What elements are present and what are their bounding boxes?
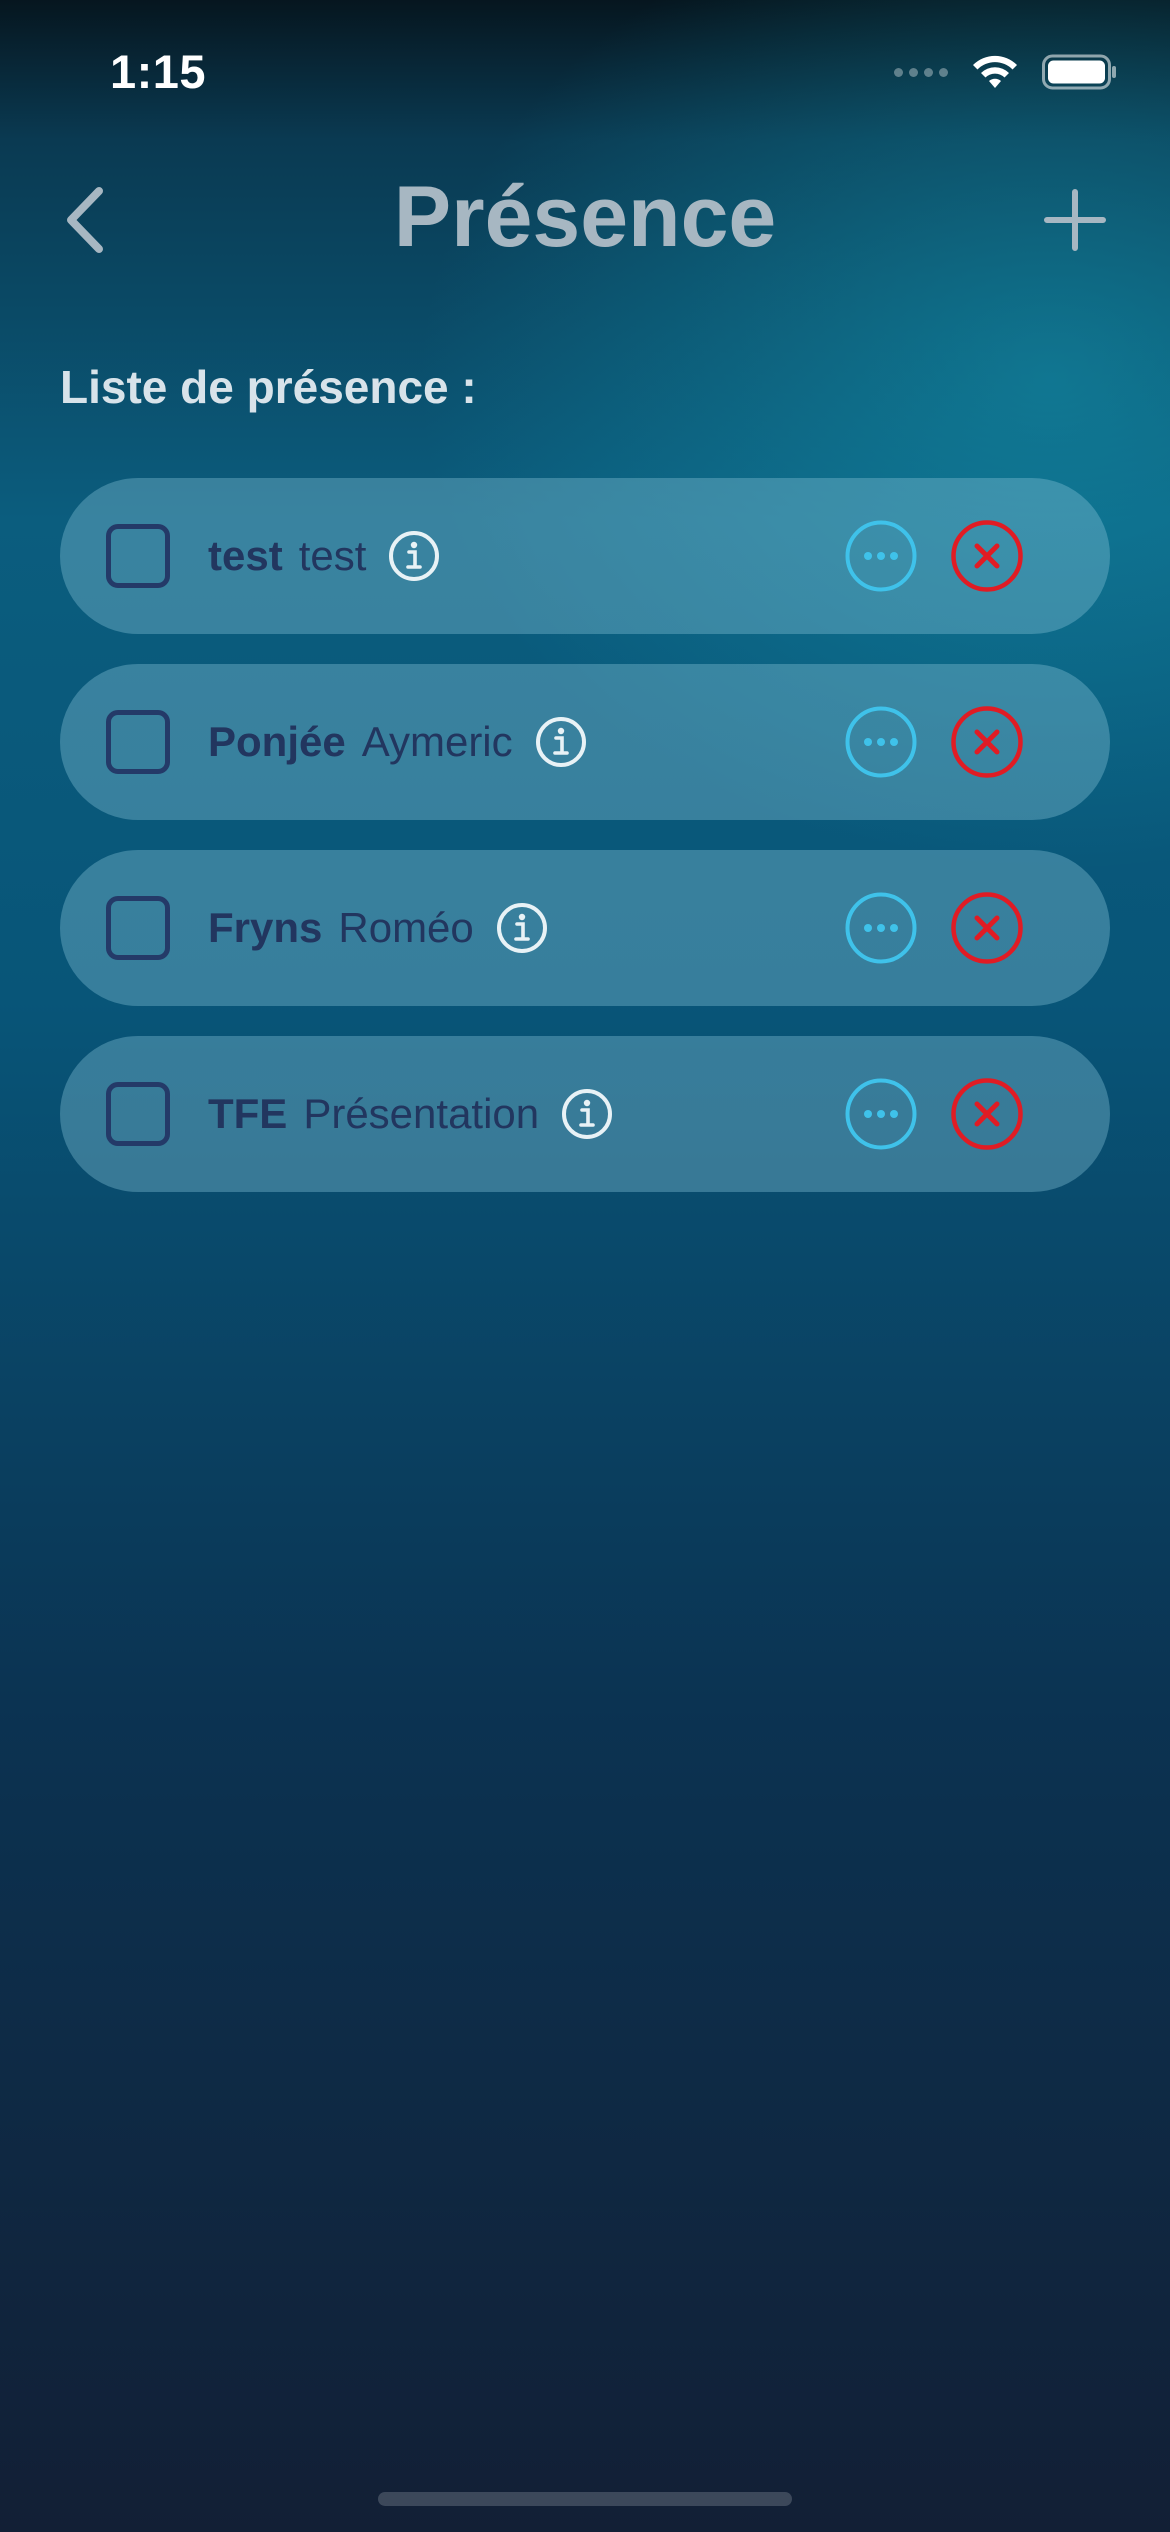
page-title: Présence: [393, 169, 777, 265]
presence-checkbox[interactable]: [106, 710, 170, 774]
attendee-last-name: test: [208, 532, 283, 579]
list-item: TFE Présentation: [60, 1036, 1110, 1192]
close-circle-icon: [951, 1078, 1023, 1150]
info-icon[interactable]: [388, 530, 440, 582]
attendee-last-name: TFE: [208, 1090, 288, 1137]
attendee-first-name: Roméo: [338, 904, 474, 951]
info-icon[interactable]: [496, 902, 548, 954]
plus-icon: [1044, 189, 1106, 251]
status-bar: 1:15: [0, 0, 1170, 150]
close-circle-icon: [951, 706, 1023, 778]
attendee-last-name: Fryns: [208, 904, 323, 951]
attendee-first-name: test: [298, 532, 367, 579]
presence-checkbox[interactable]: [106, 524, 170, 588]
attendee-first-name: Présentation: [303, 1090, 540, 1137]
close-circle-icon: [951, 520, 1023, 592]
attendee-name: Fryns Roméo: [208, 902, 548, 954]
presence-checkbox[interactable]: [106, 1082, 170, 1146]
list-item: test test: [60, 478, 1110, 634]
ellipsis-circle-icon: [845, 1078, 917, 1150]
section-label: Liste de présence :: [60, 361, 477, 413]
attendee-name: TFE Présentation: [208, 1088, 613, 1140]
home-indicator[interactable]: [378, 2492, 792, 2506]
info-icon[interactable]: [561, 1088, 613, 1140]
close-circle-icon: [951, 892, 1023, 964]
more-options-button[interactable]: [844, 705, 918, 779]
wifi-icon: [973, 55, 1017, 88]
ellipsis-circle-icon: [845, 706, 917, 778]
info-icon[interactable]: [535, 716, 587, 768]
battery-icon: [1042, 54, 1116, 90]
add-button[interactable]: [1035, 180, 1115, 260]
attendee-first-name: Aymeric: [361, 718, 513, 765]
status-time: 1:15: [110, 45, 207, 98]
more-options-button[interactable]: [844, 519, 918, 593]
list-item: Ponjée Aymeric: [60, 664, 1110, 820]
delete-button[interactable]: [950, 519, 1024, 593]
ellipsis-circle-icon: [845, 892, 917, 964]
presence-checkbox[interactable]: [106, 896, 170, 960]
cellular-signal-icon: [894, 67, 948, 77]
attendee-name: Ponjée Aymeric: [208, 716, 587, 768]
more-options-button[interactable]: [844, 1077, 918, 1151]
status-icons: [894, 54, 1118, 90]
more-options-button[interactable]: [844, 891, 918, 965]
attendee-name: test test: [208, 530, 440, 582]
ellipsis-circle-icon: [845, 520, 917, 592]
delete-button[interactable]: [950, 705, 1024, 779]
delete-button[interactable]: [950, 891, 1024, 965]
attendee-last-name: Ponjée: [208, 718, 346, 765]
delete-button[interactable]: [950, 1077, 1024, 1151]
attendance-list: test test Ponjée Aymeric Fryns Roméo TFE…: [60, 478, 1110, 1222]
list-item: Fryns Roméo: [60, 850, 1110, 1006]
